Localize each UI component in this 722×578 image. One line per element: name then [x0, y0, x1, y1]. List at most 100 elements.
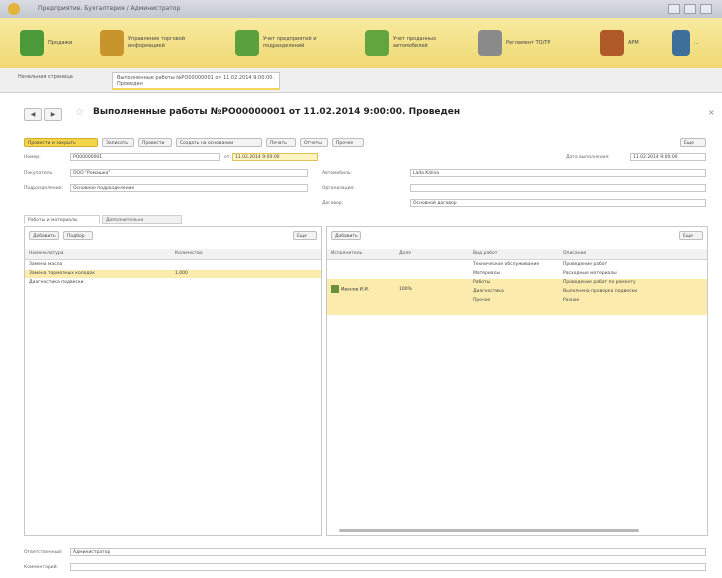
toolbar-section-label: Учет предприятий и подразделений	[263, 36, 317, 49]
create-based-on-button[interactable]: Создать на основании	[176, 138, 262, 147]
column-header: Описание	[563, 251, 587, 256]
left-add-button[interactable]: Добавить	[29, 231, 59, 240]
department-field[interactable]: Основное подразделение	[70, 184, 308, 192]
boxes-icon	[100, 30, 124, 56]
table-row: Работы Проведение работ по ремонту	[327, 279, 707, 287]
tab-home[interactable]: Начальная страница	[14, 72, 96, 90]
cell-description: Выполнена проверка подвески	[563, 289, 638, 294]
cell-work-type: Техническое обслуживание	[473, 262, 540, 267]
toolbar-section-6[interactable]: ...	[672, 26, 714, 60]
contract-field[interactable]: Основной договор	[410, 199, 706, 207]
comment-label: Комментарий:	[24, 565, 59, 570]
close-document-icon[interactable]: ×	[708, 108, 715, 117]
cell-name: Замена тормозных колодок	[29, 271, 95, 276]
person-tie-icon	[672, 30, 690, 56]
car-label: Автомобиль:	[322, 171, 352, 176]
cell-work-type: Диагностика	[473, 289, 504, 294]
column-header: Исполнитель	[331, 251, 363, 256]
organization-field[interactable]	[410, 184, 706, 192]
table-row[interactable]: Замена тормозных колодок 1,000	[25, 270, 321, 278]
contract-label: Договор:	[322, 201, 344, 206]
more-button[interactable]: Еще	[680, 138, 706, 147]
date-field[interactable]: 11.02.2014 9:00:00	[232, 153, 318, 161]
minimize-button[interactable]	[668, 4, 680, 14]
left-table-header: Номенклатура Количество	[25, 249, 321, 260]
favorite-star-icon[interactable]: ☆	[75, 107, 84, 118]
cell-description: Проведение работ	[563, 262, 608, 267]
plan-date-field[interactable]: 11.02.2014 9:00:00	[630, 153, 706, 161]
tab-works-materials[interactable]: Работы и материалы	[24, 215, 100, 224]
window-title: Предприятие. Бухгалтерия / Администратор	[38, 5, 181, 12]
toolbar-section-label: Учет проданных автомобилей	[393, 36, 437, 49]
client-label: Покупатель:	[24, 171, 54, 176]
window-close-button[interactable]	[700, 4, 712, 14]
toolbar-section-2[interactable]: Учет предприятий и подразделений	[235, 26, 333, 60]
cell-work-type: Прочее	[473, 298, 491, 303]
responsible-field[interactable]: Администратор	[70, 548, 706, 556]
app-logo-icon	[8, 3, 20, 15]
table-row[interactable]: Техническое обслуживание Проведение рабо…	[327, 261, 707, 269]
selected-row-group[interactable]: Иванов И.И. 100% Работы Проведение работ…	[327, 279, 707, 315]
responsible-label: Ответственный:	[24, 550, 63, 555]
window-title-bar: Предприятие. Бухгалтерия / Администратор	[0, 0, 722, 19]
nav-back-button[interactable]: ◀	[24, 108, 42, 121]
save-button[interactable]: Записать	[102, 138, 134, 147]
table-row: Прочее Разное	[327, 297, 707, 305]
table-row[interactable]: Диагностика подвески	[25, 279, 321, 287]
date-label: от:	[224, 155, 231, 160]
right-more-button[interactable]: Еще	[679, 231, 703, 240]
number-field[interactable]: РО00000001	[70, 153, 220, 161]
more-actions-button[interactable]: Прочее	[332, 138, 364, 147]
cell-name: Замена масла	[29, 262, 63, 267]
horizontal-scrollbar[interactable]	[339, 529, 639, 532]
toolbar-section-label: АРМ	[628, 39, 639, 46]
toolbar-section-label: ...	[694, 39, 699, 46]
cell-description: Проведение работ по ремонту	[563, 280, 636, 285]
trophy-icon	[478, 30, 502, 56]
toolbar-section-5[interactable]: АРМ	[600, 26, 652, 60]
column-header: Вид работ	[473, 251, 498, 256]
column-header: Доля	[399, 251, 411, 256]
department-label: Подразделение:	[24, 186, 63, 191]
car-field[interactable]: Lada Kalina	[410, 169, 706, 177]
tab-additional[interactable]: Дополнительно	[102, 215, 182, 224]
table-row: Диагностика Выполнена проверка подвески	[327, 288, 707, 296]
left-pick-button[interactable]: Подбор	[63, 231, 93, 240]
sections-toolbar: Продажи Управление торговой информацией …	[0, 18, 722, 69]
table-row[interactable]: Материалы Расходные материалы	[327, 270, 707, 278]
number-label: Номер:	[24, 155, 41, 160]
toolbar-section-4[interactable]: Регламент ТО/ТР	[478, 26, 576, 60]
post-and-close-button[interactable]: Провести и закрыть	[24, 138, 98, 147]
column-header: Количество	[175, 251, 203, 256]
nav-forward-button[interactable]: ▶	[44, 108, 62, 121]
right-add-button[interactable]: Добавить	[331, 231, 361, 240]
column-header: Номенклатура	[29, 251, 64, 256]
toolbar-section-label: Регламент ТО/ТР	[506, 39, 551, 46]
cell-work-type: Материалы	[473, 271, 500, 276]
print-button[interactable]: Печать	[266, 138, 296, 147]
works-pane: Добавить Подбор Еще Номенклатура Количес…	[24, 226, 322, 536]
toolbar-section-1[interactable]: Управление торговой информацией	[100, 26, 198, 60]
plan-date-label: Дата выполнения:	[566, 155, 610, 160]
table-row[interactable]: Замена масла	[25, 261, 321, 269]
toolbar-section-label: Управление торговой информацией	[128, 36, 186, 49]
worker-icon	[365, 30, 389, 56]
client-field[interactable]: ООО "Ромашка"	[70, 169, 308, 177]
tab-document[interactable]: Выполненные работы №РО00000001 от 11.02.…	[112, 72, 280, 90]
cell-qty: 1,000	[175, 271, 188, 276]
cell-work-type: Работы	[473, 280, 491, 285]
right-table-header: Исполнитель Доля Вид работ Описание	[327, 249, 707, 260]
person-icon	[20, 30, 44, 56]
organization-label: Организация:	[322, 186, 355, 191]
reports-button[interactable]: Отчеты	[300, 138, 328, 147]
handshake-icon	[235, 30, 259, 56]
comment-field[interactable]	[70, 563, 706, 571]
left-more-button[interactable]: Еще	[293, 231, 317, 240]
open-tabs-bar: Начальная страница Выполненные работы №Р…	[0, 68, 722, 93]
toolbar-section-3[interactable]: Учет проданных автомобилей	[365, 26, 463, 60]
post-button[interactable]: Провести	[138, 138, 172, 147]
car-icon	[600, 30, 624, 56]
executors-pane: Добавить Еще Исполнитель Доля Вид работ …	[326, 226, 708, 536]
cell-description: Расходные материалы	[563, 271, 617, 276]
maximize-button[interactable]	[684, 4, 696, 14]
